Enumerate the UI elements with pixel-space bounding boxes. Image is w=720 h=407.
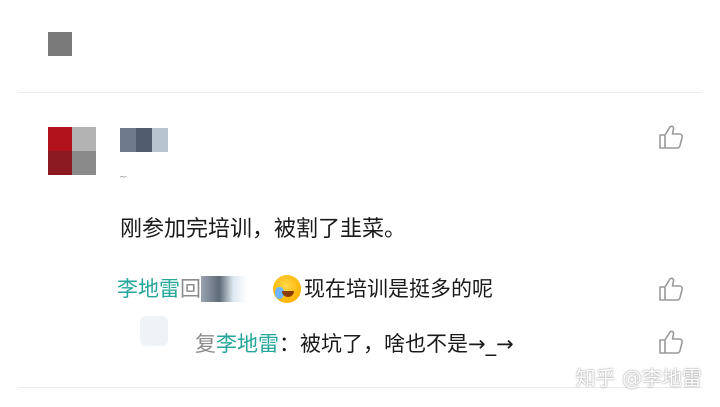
username-blur-tile	[136, 128, 152, 152]
thumbs-up-icon[interactable]	[656, 327, 686, 357]
username-blur-tile	[120, 128, 136, 152]
divider-top	[18, 92, 702, 93]
sub-reply-row: 复李地雷：被坑了，啥也不是→_→	[195, 327, 514, 361]
reply-label: 回复	[180, 277, 201, 301]
sub-reply-separator: ：	[279, 332, 300, 356]
thumbs-up-icon[interactable]	[656, 122, 686, 152]
thumbs-up-icon[interactable]	[656, 274, 686, 304]
watermark: 知乎 @李地雷	[575, 366, 702, 390]
username-blurred[interactable]	[120, 128, 168, 152]
sub-reply-text: 被坑了，啥也不是→_→	[300, 332, 514, 356]
avatar-tile	[72, 151, 96, 175]
avatar-tile	[48, 127, 72, 151]
sub-reply-label: 复	[195, 332, 216, 356]
reply-target-blurred	[201, 276, 247, 302]
avatar-tile	[48, 151, 72, 175]
reply-author-link[interactable]: 李地雷	[117, 272, 180, 306]
reply-text: 现在培训是挺多的呢	[304, 277, 493, 301]
blurred-artifact	[140, 316, 168, 346]
comment-text: 刚参加完培训，被割了韭菜。	[120, 217, 407, 242]
pixelated-header-block	[48, 32, 72, 56]
laughing-tears-emoji-icon	[273, 275, 301, 303]
username-blur-tile	[152, 128, 168, 152]
comment-meta: ~	[119, 172, 129, 183]
avatar[interactable]	[48, 127, 96, 175]
sub-reply-author-link[interactable]: 李地雷	[216, 332, 279, 356]
reply-row: 李地雷 回复 现在培训是挺多的呢	[117, 272, 493, 306]
avatar-tile	[72, 127, 96, 151]
